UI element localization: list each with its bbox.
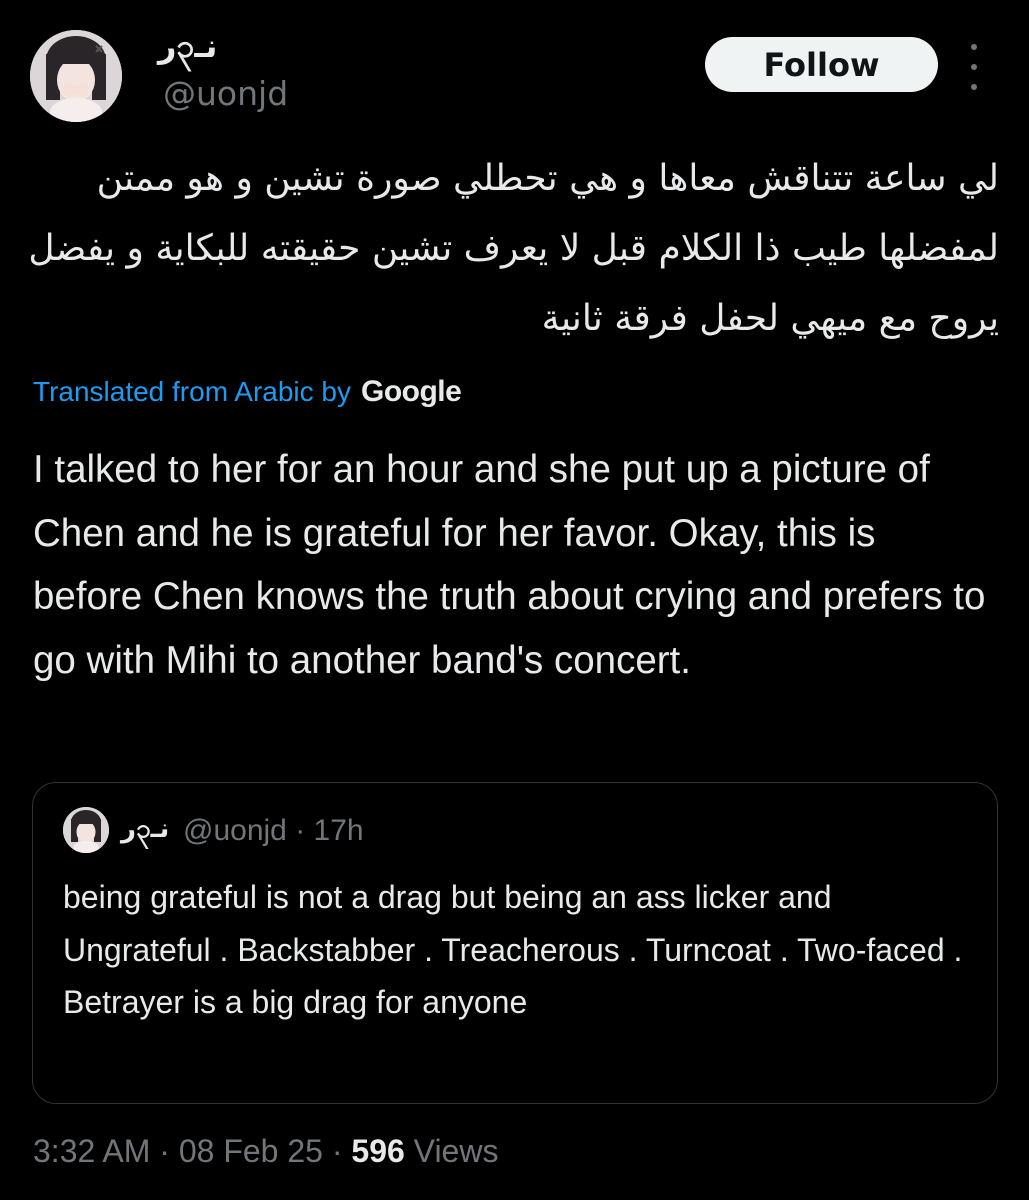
quote-author-display-name: نـ၃ر [121,814,170,844]
quote-author-handle: @uonjd [183,814,287,847]
tweet-translated-text: I talked to her for an hour and she put … [33,448,986,682]
quote-time-ago: 17h [313,814,364,847]
quote-author-meta: @uonjd · 17h [183,811,364,851]
author-avatar[interactable] [30,30,122,122]
quote-author-avatar [63,807,109,853]
views-count: 596 [351,1133,405,1169]
tweet-original-text: لي ساعة تتناقش معاها و هي تحطلي صورة تشي… [28,158,999,339]
google-logo: Google [360,375,462,408]
more-dot [971,64,977,70]
author-display-name[interactable]: نـ၃ر [158,26,217,66]
tweet-footer-meta: 3:32 AM · 08 Feb 25 · 596 Views [33,1128,498,1174]
follow-button[interactable]: Follow [705,37,938,92]
tweet-time[interactable]: 3:32 AM [33,1133,150,1169]
author-handle[interactable]: @uonjd [163,72,288,116]
translation-attribution: Translated from Arabic by Google [33,370,462,414]
more-vertical-icon[interactable] [962,44,986,90]
more-dot [971,44,977,50]
translated-from-label[interactable]: Translated from Arabic by [33,376,351,408]
quoted-tweet-card[interactable]: نـ၃ر @uonjd · 17h being grateful is not … [32,782,998,1104]
footer-separator: · [331,1133,343,1169]
quote-text: being grateful is not a drag but being a… [63,879,963,1020]
more-dot [971,84,977,90]
tweet-date[interactable]: 08 Feb 25 [179,1133,323,1169]
footer-separator: · [159,1133,170,1169]
views-label: Views [413,1133,499,1169]
quote-meta-separator: · [295,814,306,847]
